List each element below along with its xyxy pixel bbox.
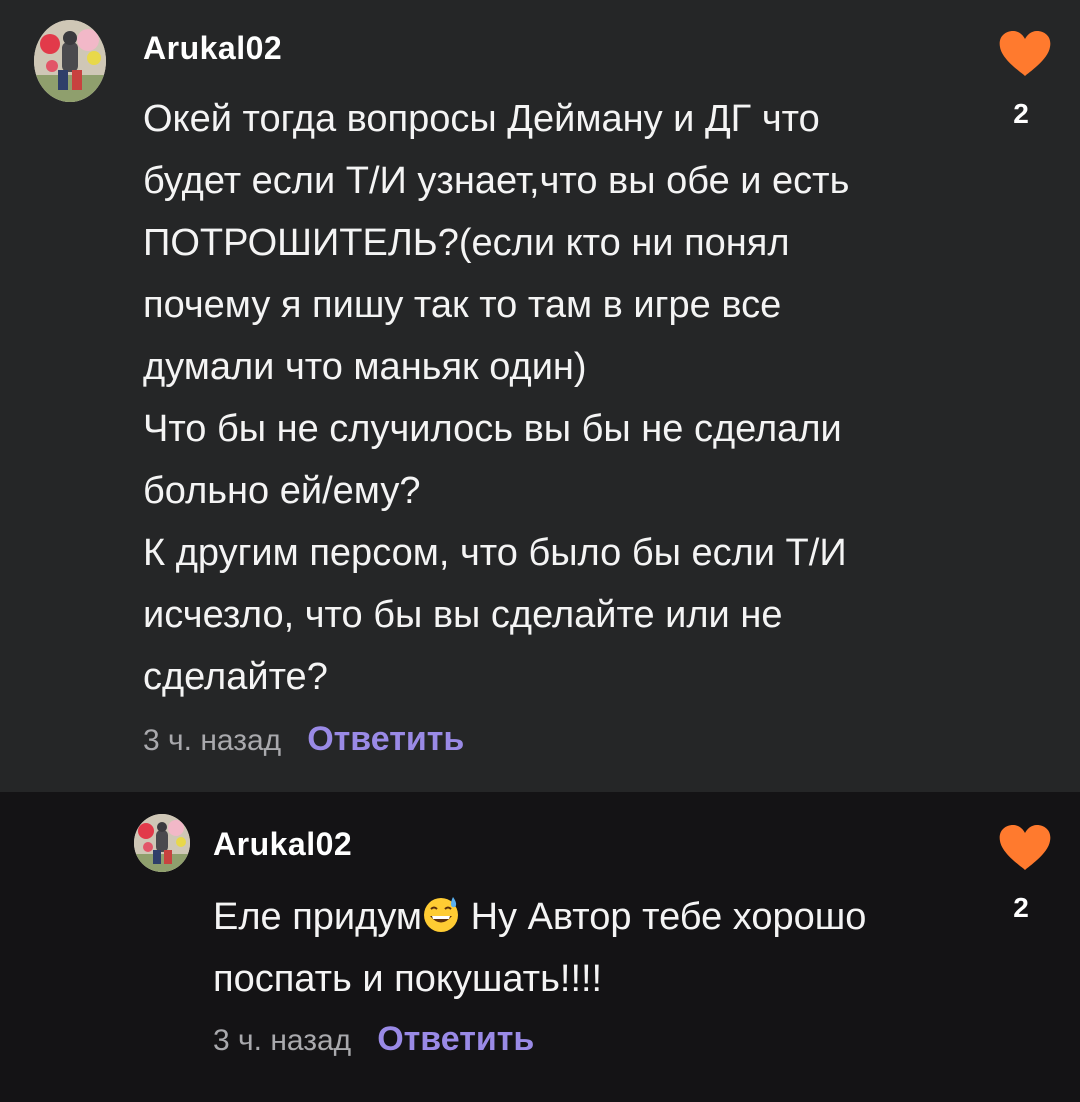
like-count: 2: [1013, 892, 1029, 923]
username[interactable]: Arukal02: [143, 30, 282, 67]
like-count: 2: [1013, 98, 1029, 129]
avatar[interactable]: [134, 814, 190, 872]
timestamp: 3 ч. назад: [143, 724, 282, 757]
heart-icon: [999, 825, 1051, 870]
grinning-sweat-emoji-icon: [424, 897, 459, 932]
reply-comment-card: Arukal02 Еле придум Ну Автор тебе хорошо…: [0, 792, 1080, 1102]
comment-meta: 3 ч. назад Ответить: [143, 720, 464, 759]
avatar-image: [34, 20, 106, 102]
comment-meta: 3 ч. назад Ответить: [213, 1020, 534, 1059]
comment-text: Окей тогда вопросы Дейману и ДГ что буде…: [143, 98, 850, 698]
avatar[interactable]: [34, 20, 106, 102]
comment-card: Arukal02 Окей тогда вопросы Дейману и ДГ…: [0, 0, 1080, 792]
like-button[interactable]: [998, 824, 1052, 872]
username[interactable]: Arukal02: [213, 826, 352, 863]
heart-icon: [999, 31, 1051, 76]
comment-text: Еле придум Ну Автор тебе хорошо поспать …: [213, 886, 973, 1010]
reply-button[interactable]: Ответить: [307, 720, 464, 759]
reply-button[interactable]: Ответить: [377, 1020, 534, 1059]
timestamp: 3 ч. назад: [213, 1024, 352, 1057]
avatar-image: [134, 814, 190, 872]
comment-text-part: Еле придум: [213, 896, 423, 938]
like-button[interactable]: [998, 30, 1052, 78]
